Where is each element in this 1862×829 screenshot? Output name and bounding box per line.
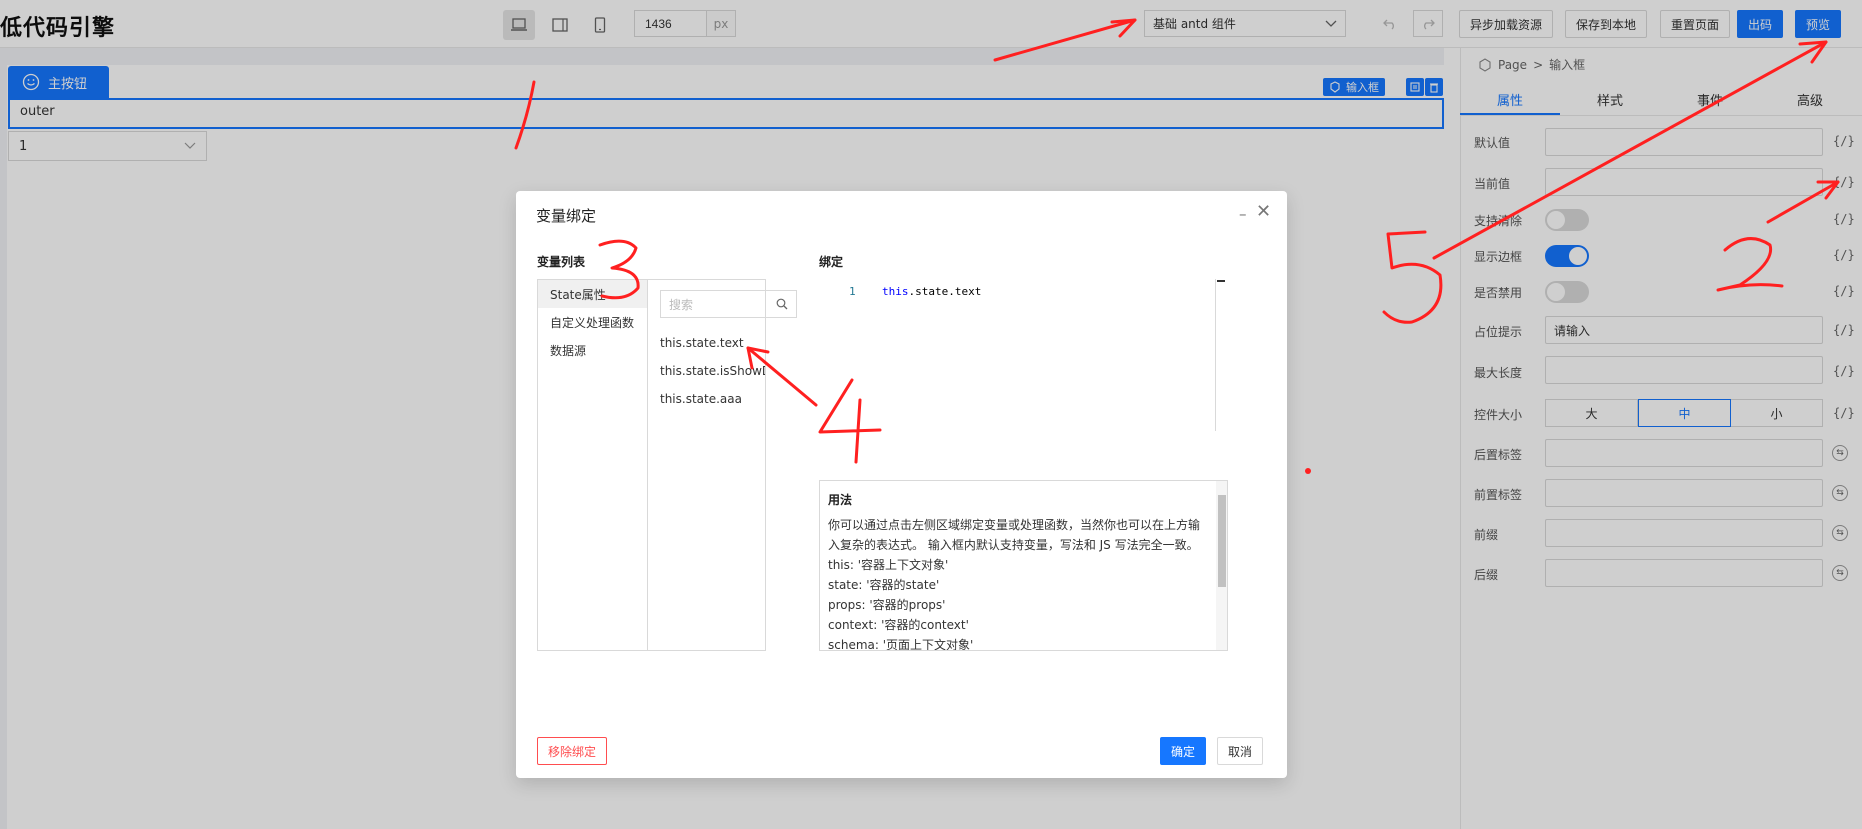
- code-keyword: this: [882, 285, 909, 298]
- usage-title: 用法: [828, 493, 853, 507]
- usage-line: 你可以通过点击左侧区域绑定变量或处理函数，当然你也可以在上方输入复杂的表达式。 …: [828, 518, 1201, 552]
- variable-item[interactable]: this.state.isShowDialog: [660, 364, 765, 378]
- usage-line: this: '容器上下文对象': [828, 558, 949, 572]
- usage-scrollbar-thumb[interactable]: [1218, 495, 1226, 587]
- variable-item[interactable]: this.state.aaa: [660, 392, 742, 406]
- line-number: 1: [849, 285, 856, 298]
- search-placeholder: 搜索: [669, 297, 694, 312]
- usage-line: props: '容器的props': [828, 598, 946, 612]
- usage-help-panel: 用法 你可以通过点击左侧区域绑定变量或处理函数，当然你也可以在上方输入复杂的表达…: [819, 480, 1228, 651]
- variable-categories: State属性 自定义处理函数 数据源: [538, 280, 648, 650]
- close-icon[interactable]: ✕: [1256, 201, 1271, 222]
- variable-items: this.state.text this.state.isShowDialog …: [648, 328, 765, 648]
- category-datasource[interactable]: 数据源: [538, 336, 647, 364]
- usage-line: context: '容器的context': [828, 618, 969, 632]
- editor-cursor: [1217, 280, 1225, 282]
- usage-line: state: '容器的state': [828, 578, 940, 592]
- category-state[interactable]: State属性: [538, 280, 647, 308]
- confirm-button[interactable]: 确定: [1160, 737, 1207, 765]
- category-handlers[interactable]: 自定义处理函数: [538, 308, 647, 336]
- usage-text: 你可以通过点击左侧区域绑定变量或处理函数，当然你也可以在上方输入复杂的表达式。 …: [828, 515, 1208, 651]
- variable-list-heading: 变量列表: [537, 255, 586, 269]
- code-rest: .state.text: [908, 285, 982, 298]
- expression-code: this.state.text: [882, 285, 981, 298]
- search-icon: [776, 298, 788, 310]
- cancel-button[interactable]: 取消: [1217, 737, 1264, 765]
- variable-search-input[interactable]: 搜索: [660, 290, 797, 318]
- variable-binding-dialog: 变量绑定 – ✕ 变量列表 绑定 State属性 自定义处理函数 数据源 搜索 …: [516, 191, 1287, 778]
- binding-heading: 绑定: [819, 255, 844, 269]
- expression-editor[interactable]: 1 this.state.text: [819, 279, 1216, 431]
- minimize-icon[interactable]: –: [1239, 205, 1247, 223]
- variable-list-panel: State属性 自定义处理函数 数据源 搜索 this.state.text t…: [537, 279, 797, 651]
- dialog-title: 变量绑定: [536, 207, 597, 225]
- variable-item[interactable]: this.state.text: [660, 336, 744, 350]
- usage-line: schema: '页面上下文对象': [828, 638, 974, 651]
- remove-binding-button[interactable]: 移除绑定: [537, 737, 608, 765]
